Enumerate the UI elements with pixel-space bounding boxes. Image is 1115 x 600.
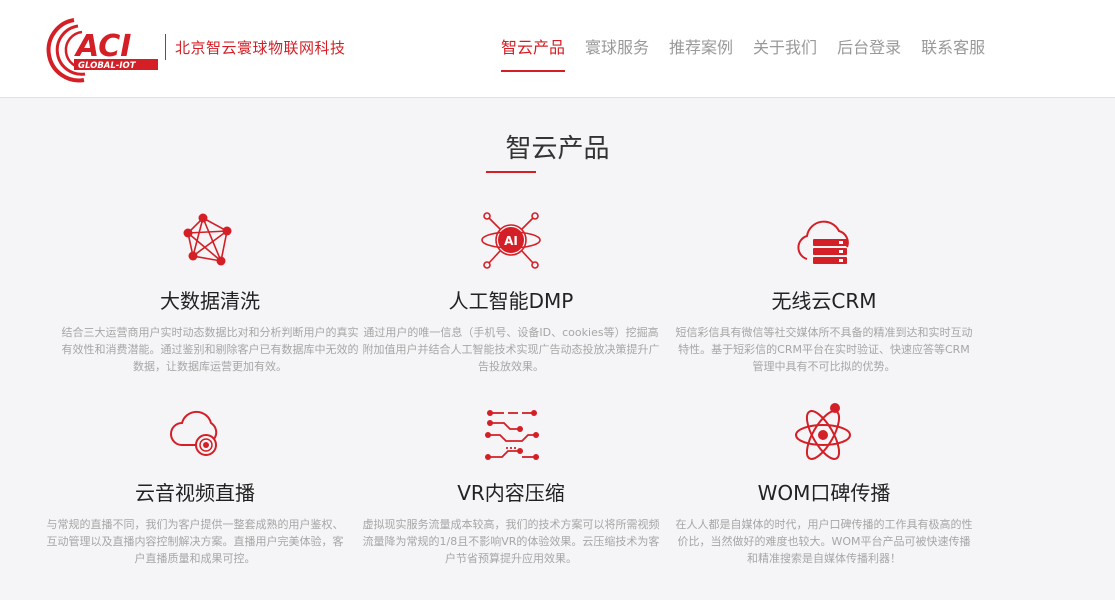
nav-item-contact[interactable]: 联系客服: [911, 0, 995, 98]
aci-logo[interactable]: ACI GLOBAL-IOT: [38, 6, 162, 88]
product-card-vr-compression[interactable]: VR内容压缩 虚拟现实服务流量成本较高，我们的技术方案可以将所需视频流量降为常规…: [361, 401, 661, 567]
product-desc: 与常规的直播不同，我们为客户提供一整套成熟的用户鉴权、互动管理以及直播内容控制解…: [46, 518, 344, 565]
product-card-crm[interactable]: 无线云CRM 短信彩信具有微信等社交媒体所不具备的精准到达和实时互动特性。基于短…: [674, 209, 974, 375]
product-desc: 在人人都是自媒体的时代，用户口碑传播的工作具有极高的性价比，当然做好的难度也较大…: [675, 518, 973, 565]
logo-text: ACI: [74, 29, 131, 64]
network-nodes-icon: [183, 213, 232, 266]
nav-item-cases[interactable]: 推荐案例: [659, 0, 743, 98]
product-name: 无线云CRM: [771, 289, 877, 313]
product-name: WOM口碑传播: [757, 481, 891, 505]
product-card-big-data[interactable]: 大数据清洗 结合三大运营商用户实时动态数据比对和分析判断用户的真实有效性和消费潜…: [60, 209, 360, 375]
nav-item-about[interactable]: 关于我们: [743, 0, 827, 98]
product-card-live-streaming[interactable]: 云音视频直播 与常规的直播不同，我们为客户提供一整套成熟的用户鉴权、互动管理以及…: [45, 401, 345, 567]
atom-icon: [795, 403, 851, 460]
product-card-ai-dmp[interactable]: AI 人工智能DMP 通过用户的唯一信息（手机号、设备ID、cookies等）挖…: [361, 209, 661, 375]
product-desc: 结合三大运营商用户实时动态数据比对和分析判断用户的真实有效性和消费潜能。通过鉴别…: [61, 326, 359, 373]
logo-subtext: GLOBAL-IOT: [78, 61, 137, 71]
product-desc: 通过用户的唯一信息（手机号、设备ID、cookies等）挖掘高附加值用户并结合人…: [362, 326, 660, 373]
product-desc: 短信彩信具有微信等社交媒体所不具备的精准到达和实时互动特性。基于短彩信的CRM平…: [675, 326, 973, 373]
title-underline: [486, 171, 536, 173]
product-desc: 虚拟现实服务流量成本较高，我们的技术方案可以将所需视频流量降为常规的1/8且不影…: [362, 518, 660, 565]
company-name: 北京智云寰球物联网科技: [175, 39, 346, 57]
nav-item-services[interactable]: 寰球服务: [575, 0, 659, 98]
circuit-icon: [485, 410, 539, 460]
product-card-wom[interactable]: WOM口碑传播 在人人都是自媒体的时代，用户口碑传播的工作具有极高的性价比，当然…: [674, 401, 974, 567]
nav-item-admin-login[interactable]: 后台登录: [827, 0, 911, 98]
product-name: VR内容压缩: [457, 481, 565, 505]
svg-text:AI: AI: [504, 234, 518, 248]
product-name: 大数据清洗: [160, 289, 260, 313]
product-name: 人工智能DMP: [448, 289, 574, 313]
cloud-broadcast-icon: [170, 410, 218, 456]
cloud-server-icon: [797, 220, 849, 264]
section-title: 智云产品: [505, 134, 610, 164]
ai-chip-icon: AI: [481, 212, 541, 269]
nav-item-products[interactable]: 智云产品: [491, 0, 575, 98]
product-name: 云音视频直播: [135, 481, 255, 505]
site-header: ACI GLOBAL-IOT 北京智云寰球物联网科技 智云产品 寰球服务 推荐案…: [0, 0, 1115, 98]
main-nav: 智云产品 寰球服务 推荐案例 关于我们 后台登录 联系客服: [491, 0, 995, 98]
logo-divider: [165, 34, 166, 60]
